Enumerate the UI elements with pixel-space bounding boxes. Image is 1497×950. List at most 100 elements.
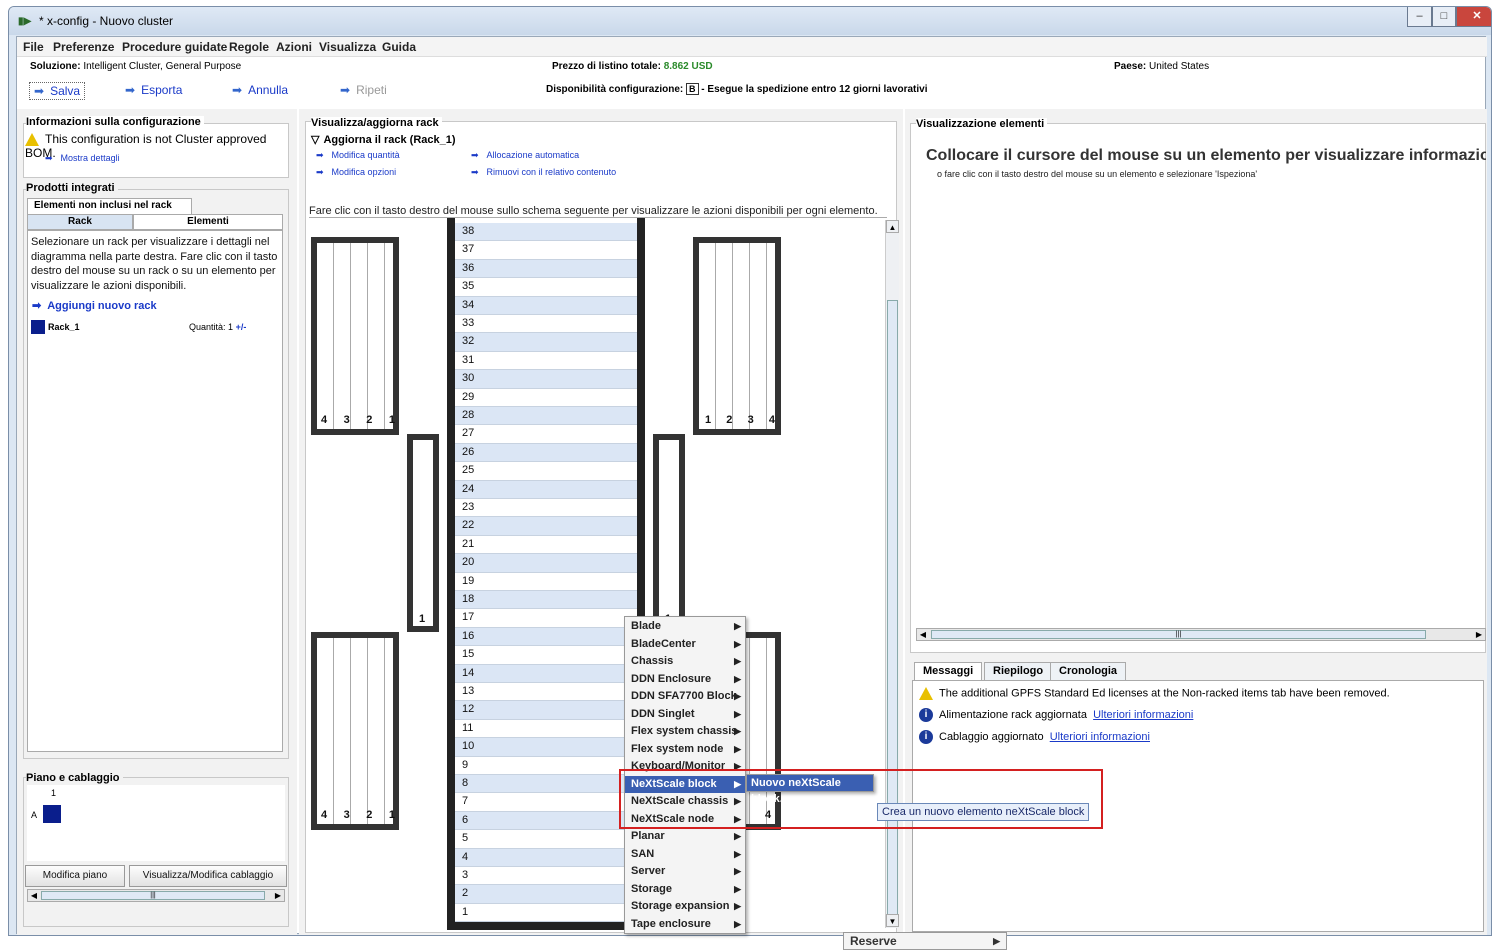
rack-slot[interactable]: 20 [455,554,637,573]
rack-slot[interactable]: 13 [455,683,637,702]
menu-preferences[interactable]: Preferenze [53,40,114,54]
context-menu-item[interactable]: DDN Singlet ▶ [625,706,745,724]
rack-slot[interactable]: 10 [455,738,637,757]
scroll-down-icon[interactable]: ▼ [886,914,899,927]
rack-slot[interactable]: 32 [455,333,637,352]
pdu-left-top[interactable] [311,237,399,435]
rack-slot[interactable]: 22 [455,517,637,536]
menu-actions[interactable]: Azioni [276,40,312,54]
rack-slot[interactable]: 3 [455,867,637,886]
edit-options-link[interactable]: ➡ Modifica opzioni [316,167,396,178]
scroll-right-icon[interactable]: ▶ [1473,629,1485,640]
rack-slot[interactable]: 21 [455,535,637,555]
tab-elements[interactable]: Elementi [133,214,283,230]
rack-name[interactable]: Rack_1 [48,322,80,332]
rack-slot[interactable]: 1 [455,903,637,923]
tab-non-racked[interactable]: Elementi non inclusi nel rack [27,198,192,214]
context-menu-item[interactable]: Storage expansion ▶ [625,898,745,916]
cabling-button[interactable]: Visualizza/Modifica cablaggio [129,865,287,887]
scroll-left-icon[interactable]: ◀ [917,629,929,640]
scroll-up-icon[interactable]: ▲ [886,220,899,233]
rack-slot[interactable]: 38 [455,223,637,242]
rack-slot[interactable]: 30 [455,370,637,389]
context-menu-item[interactable]: BladeCenter ▶ [625,636,745,654]
rack-slot[interactable]: 24 [455,480,637,499]
pdu-right-top[interactable] [693,237,781,435]
rack-slot[interactable]: 28 [455,407,637,426]
context-menu-item[interactable]: Planar ▶ [625,828,745,846]
rack-slot[interactable]: 5 [455,830,637,849]
export-button[interactable]: ➡ Esporta [125,83,182,97]
element-scrollbar[interactable]: ◀ ||| ▶ [916,628,1486,641]
context-menu-item[interactable]: Tape enclosure ▶ [625,916,745,934]
scroll-left-icon[interactable]: ◀ [28,890,40,901]
context-menu-item[interactable]: SAN ▶ [625,846,745,864]
rack-slot[interactable]: 37 [455,241,637,260]
rack-slot[interactable]: 36 [455,259,637,279]
menu-rules[interactable]: Regole [229,40,269,54]
rack-slot[interactable]: 4 [455,848,637,867]
menu-view[interactable]: Visualizza [319,40,376,54]
rack-slot[interactable]: 9 [455,756,637,775]
context-menu-item[interactable]: Flex system node ▶ [625,741,745,759]
context-menu-item[interactable]: DDN SFA7700 Block ▶ [625,688,745,706]
tab-summary[interactable]: Riepilogo [984,662,1053,680]
add-rack-link[interactable]: ➡ Aggiungi nuovo rack [32,299,157,312]
tab-rack[interactable]: Rack [27,214,133,230]
rack-slot[interactable]: 6 [455,811,637,831]
edit-floor-button[interactable]: Modifica piano [25,865,125,887]
context-menu-item[interactable]: Server ▶ [625,863,745,881]
tab-messages[interactable]: Messaggi [914,662,983,680]
rack-slot[interactable]: 16 [455,627,637,647]
rack-slot[interactable]: 19 [455,572,637,591]
rack-slot[interactable]: 34 [455,296,637,315]
minimize-button[interactable]: – [1407,7,1432,27]
menu-help[interactable]: Guida [382,40,416,54]
floor-rack-tile[interactable] [43,805,61,823]
context-menu-item[interactable]: DDN Enclosure ▶ [625,671,745,689]
menu-file[interactable]: File [23,40,44,54]
rack-slot[interactable]: 23 [455,499,637,518]
rack-slot[interactable]: 14 [455,664,637,683]
redo-button[interactable]: ➡ Ripeti [340,83,387,97]
context-menu-item[interactable]: Chassis ▶ [625,653,745,671]
save-button[interactable]: ➡ Salva [29,82,86,100]
qty-stepper[interactable]: +/- [236,322,247,332]
close-button[interactable]: ✕ [1456,7,1491,27]
main-rack[interactable]: 38 37 36 35 34 33 32 31 30 29 28 27 26 25 24 23 22 21 20 19… [447,218,645,930]
rack-slot[interactable]: 27 [455,425,637,444]
rack-slot[interactable]: 17 [455,609,637,628]
more-info-link[interactable]: Ulteriori informazioni [1050,731,1150,743]
show-details-link[interactable]: ➡ Mostra dettagli [45,153,120,164]
menu-item-reserve[interactable]: Reserve ▶ [843,932,1007,950]
context-menu-item[interactable]: Storage ▶ [625,881,745,899]
element-scroll-thumb[interactable]: ||| [931,630,1426,639]
side-rail-left[interactable] [407,434,439,632]
tab-history[interactable]: Cronologia [1050,662,1127,680]
rack-slot[interactable]: 33 [455,315,637,334]
rack-slot[interactable]: 25 [455,462,637,481]
rack-color-swatch[interactable] [31,320,45,334]
rack-slot[interactable]: 7 [455,793,637,812]
scroll-right-icon[interactable]: ▶ [272,890,284,901]
side-rail-right[interactable] [653,434,685,632]
more-info-link[interactable]: Ulteriori informazioni [1093,709,1193,721]
update-rack-header[interactable]: ▽ Aggiorna il rack (Rack_1) [311,133,456,146]
floor-scroll-thumb[interactable]: ||| [41,891,265,900]
menu-guided-procedures[interactable]: Procedure guidate [122,40,227,54]
rack-slot[interactable]: 18 [455,591,637,610]
rack-slot[interactable]: 15 [455,646,637,665]
remove-with-contents-link[interactable]: ➡ Rimuovi con il relativo contenuto [471,167,616,178]
undo-button[interactable]: ➡ Annulla [232,83,288,97]
rack-slot[interactable]: 31 [455,351,637,371]
auto-allocation-link[interactable]: ➡ Allocazione automatica [471,150,579,161]
edit-quantity-link[interactable]: ➡ Modifica quantità [316,150,400,161]
floor-scrollbar[interactable]: ◀ ||| ▶ [27,889,285,902]
context-menu-item[interactable]: Blade ▶ [625,618,745,636]
rack-slot[interactable]: 11 [455,719,637,739]
rack-slot[interactable]: 29 [455,388,637,407]
rack-slot[interactable]: 35 [455,278,637,297]
pdu-left-bottom[interactable] [311,632,399,830]
context-menu-item[interactable]: Flex system chassis ▶ [625,723,745,741]
maximize-button[interactable]: □ [1432,7,1456,27]
